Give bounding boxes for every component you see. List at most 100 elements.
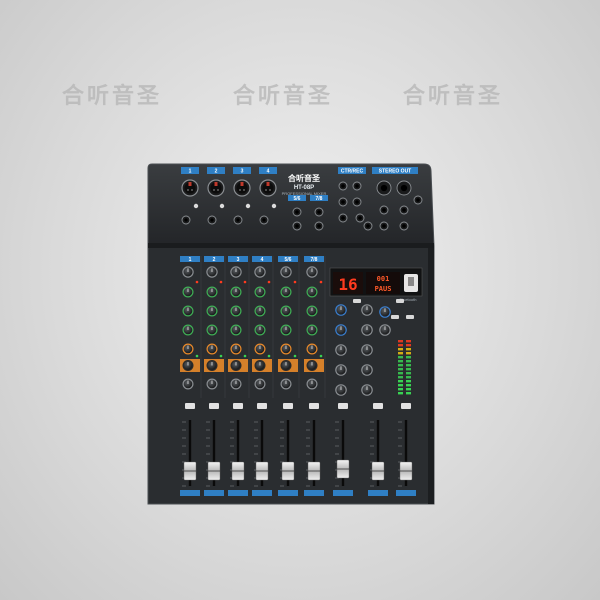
master-knob-icon[interactable] — [361, 344, 373, 356]
eq-high-knob-icon[interactable] — [230, 286, 242, 298]
quarter-inch-jack-icon[interactable] — [376, 180, 392, 196]
quarter-inch-jack-icon[interactable] — [399, 221, 409, 231]
pan-knob-icon[interactable] — [206, 378, 218, 390]
eq-high-knob-icon[interactable] — [306, 286, 318, 298]
eq-mid-knob-icon[interactable] — [206, 305, 218, 317]
xlr-jack-icon[interactable] — [181, 179, 199, 197]
quarter-inch-jack-icon[interactable] — [396, 180, 412, 196]
quarter-inch-jack-icon[interactable] — [352, 181, 362, 191]
aux-knob-icon[interactable] — [254, 343, 266, 355]
gain-knob-icon[interactable] — [306, 266, 318, 278]
mute-button-icon[interactable] — [257, 403, 267, 409]
master-knob-icon[interactable] — [335, 344, 347, 356]
fx-knob-icon[interactable] — [230, 360, 242, 371]
mute-button-icon[interactable] — [309, 403, 319, 409]
pan-knob-icon[interactable] — [280, 378, 292, 390]
fader-tab — [304, 490, 324, 496]
mute-button-icon[interactable] — [233, 403, 243, 409]
eq-mid-knob-icon[interactable] — [182, 305, 194, 317]
aux-knob-icon[interactable] — [280, 343, 292, 355]
eq-low-knob-icon[interactable] — [182, 324, 194, 336]
mute-button-icon[interactable] — [373, 403, 383, 409]
stereo-out-label: STEREO OUT — [379, 169, 412, 175]
mute-button-icon[interactable] — [209, 403, 219, 409]
quarter-inch-jack-icon[interactable] — [314, 221, 324, 231]
pan-knob-icon[interactable] — [306, 378, 318, 390]
xlr-jack-icon[interactable] — [259, 179, 277, 197]
eq-mid-knob-icon[interactable] — [280, 305, 292, 317]
fx-knob-icon[interactable] — [306, 360, 318, 371]
mute-button-icon[interactable] — [338, 403, 348, 409]
track-number: 001 — [377, 275, 390, 283]
quarter-inch-jack-icon[interactable] — [314, 207, 324, 217]
input-tab-label: 3 — [241, 169, 244, 175]
channel-tab-label: 4 — [261, 257, 264, 263]
mode-button[interactable] — [406, 315, 414, 319]
master-knob-icon[interactable] — [361, 304, 373, 316]
input-tab-label: 2 — [215, 169, 218, 175]
aux-knob-icon[interactable] — [206, 343, 218, 355]
mode-button[interactable] — [391, 315, 399, 319]
eq-low-knob-icon[interactable] — [206, 324, 218, 336]
aux-knob-icon[interactable] — [306, 343, 318, 355]
master-knob-icon[interactable] — [361, 364, 373, 376]
aux-knob-icon[interactable] — [182, 343, 194, 355]
player-status: PAUS — [375, 285, 392, 293]
master-knob-icon[interactable] — [335, 324, 347, 336]
fx-knob-icon[interactable] — [206, 360, 218, 371]
master-knob-icon[interactable] — [335, 304, 347, 316]
master-knob-icon[interactable] — [361, 384, 373, 396]
gain-knob-icon[interactable] — [280, 266, 292, 278]
eq-low-knob-icon[interactable] — [254, 324, 266, 336]
eq-high-knob-icon[interactable] — [182, 286, 194, 298]
eq-low-knob-icon[interactable] — [306, 324, 318, 336]
quarter-inch-jack-icon[interactable] — [413, 195, 423, 205]
channel-tab-label: 2 — [213, 257, 216, 263]
quarter-inch-jack-icon[interactable] — [379, 221, 389, 231]
fx-knob-icon[interactable] — [182, 360, 194, 371]
input-tab-label: 1 — [189, 169, 192, 175]
fx-knob-icon[interactable] — [254, 360, 266, 371]
master-knob-icon[interactable] — [335, 364, 347, 376]
quarter-inch-jack-icon[interactable] — [363, 221, 373, 231]
eq-high-knob-icon[interactable] — [254, 286, 266, 298]
aux-knob-icon[interactable] — [230, 343, 242, 355]
eq-mid-knob-icon[interactable] — [230, 305, 242, 317]
quarter-inch-jack-icon[interactable] — [352, 197, 362, 207]
quarter-inch-jack-icon[interactable] — [379, 205, 389, 215]
eq-high-knob-icon[interactable] — [280, 286, 292, 298]
gain-knob-icon[interactable] — [206, 266, 218, 278]
eq-high-knob-icon[interactable] — [206, 286, 218, 298]
master-knob-icon[interactable] — [379, 324, 391, 336]
gain-knob-icon[interactable] — [254, 266, 266, 278]
quarter-inch-jack-icon[interactable] — [399, 205, 409, 215]
xlr-jack-icon[interactable] — [233, 179, 251, 197]
eq-low-knob-icon[interactable] — [230, 324, 242, 336]
mute-button-icon[interactable] — [401, 403, 411, 409]
master-knob-icon[interactable] — [361, 324, 373, 336]
pan-knob-icon[interactable] — [182, 378, 194, 390]
master-knob-icon[interactable] — [335, 384, 347, 396]
channel-tab-label: 3 — [237, 257, 240, 263]
mode-button[interactable] — [353, 299, 361, 303]
mute-button-icon[interactable] — [283, 403, 293, 409]
quarter-inch-jack-icon[interactable] — [292, 221, 302, 231]
eq-low-knob-icon[interactable] — [280, 324, 292, 336]
mute-button-icon[interactable] — [185, 403, 195, 409]
quarter-inch-jack-icon[interactable] — [355, 213, 365, 223]
quarter-inch-jack-icon[interactable] — [292, 207, 302, 217]
pan-knob-icon[interactable] — [230, 378, 242, 390]
quarter-inch-jack-icon[interactable] — [338, 197, 348, 207]
xlr-jack-icon[interactable] — [207, 179, 225, 197]
gain-knob-icon[interactable] — [230, 266, 242, 278]
fx-knob-icon[interactable] — [280, 360, 292, 371]
eq-mid-knob-icon[interactable] — [306, 305, 318, 317]
gain-knob-icon[interactable] — [182, 266, 194, 278]
quarter-inch-jack-icon[interactable] — [338, 181, 348, 191]
master-knob-icon[interactable] — [379, 306, 391, 318]
preset-number: 16 — [338, 275, 357, 294]
mode-button[interactable] — [396, 299, 404, 303]
quarter-inch-jack-icon[interactable] — [338, 213, 348, 223]
pan-knob-icon[interactable] — [254, 378, 266, 390]
eq-mid-knob-icon[interactable] — [254, 305, 266, 317]
